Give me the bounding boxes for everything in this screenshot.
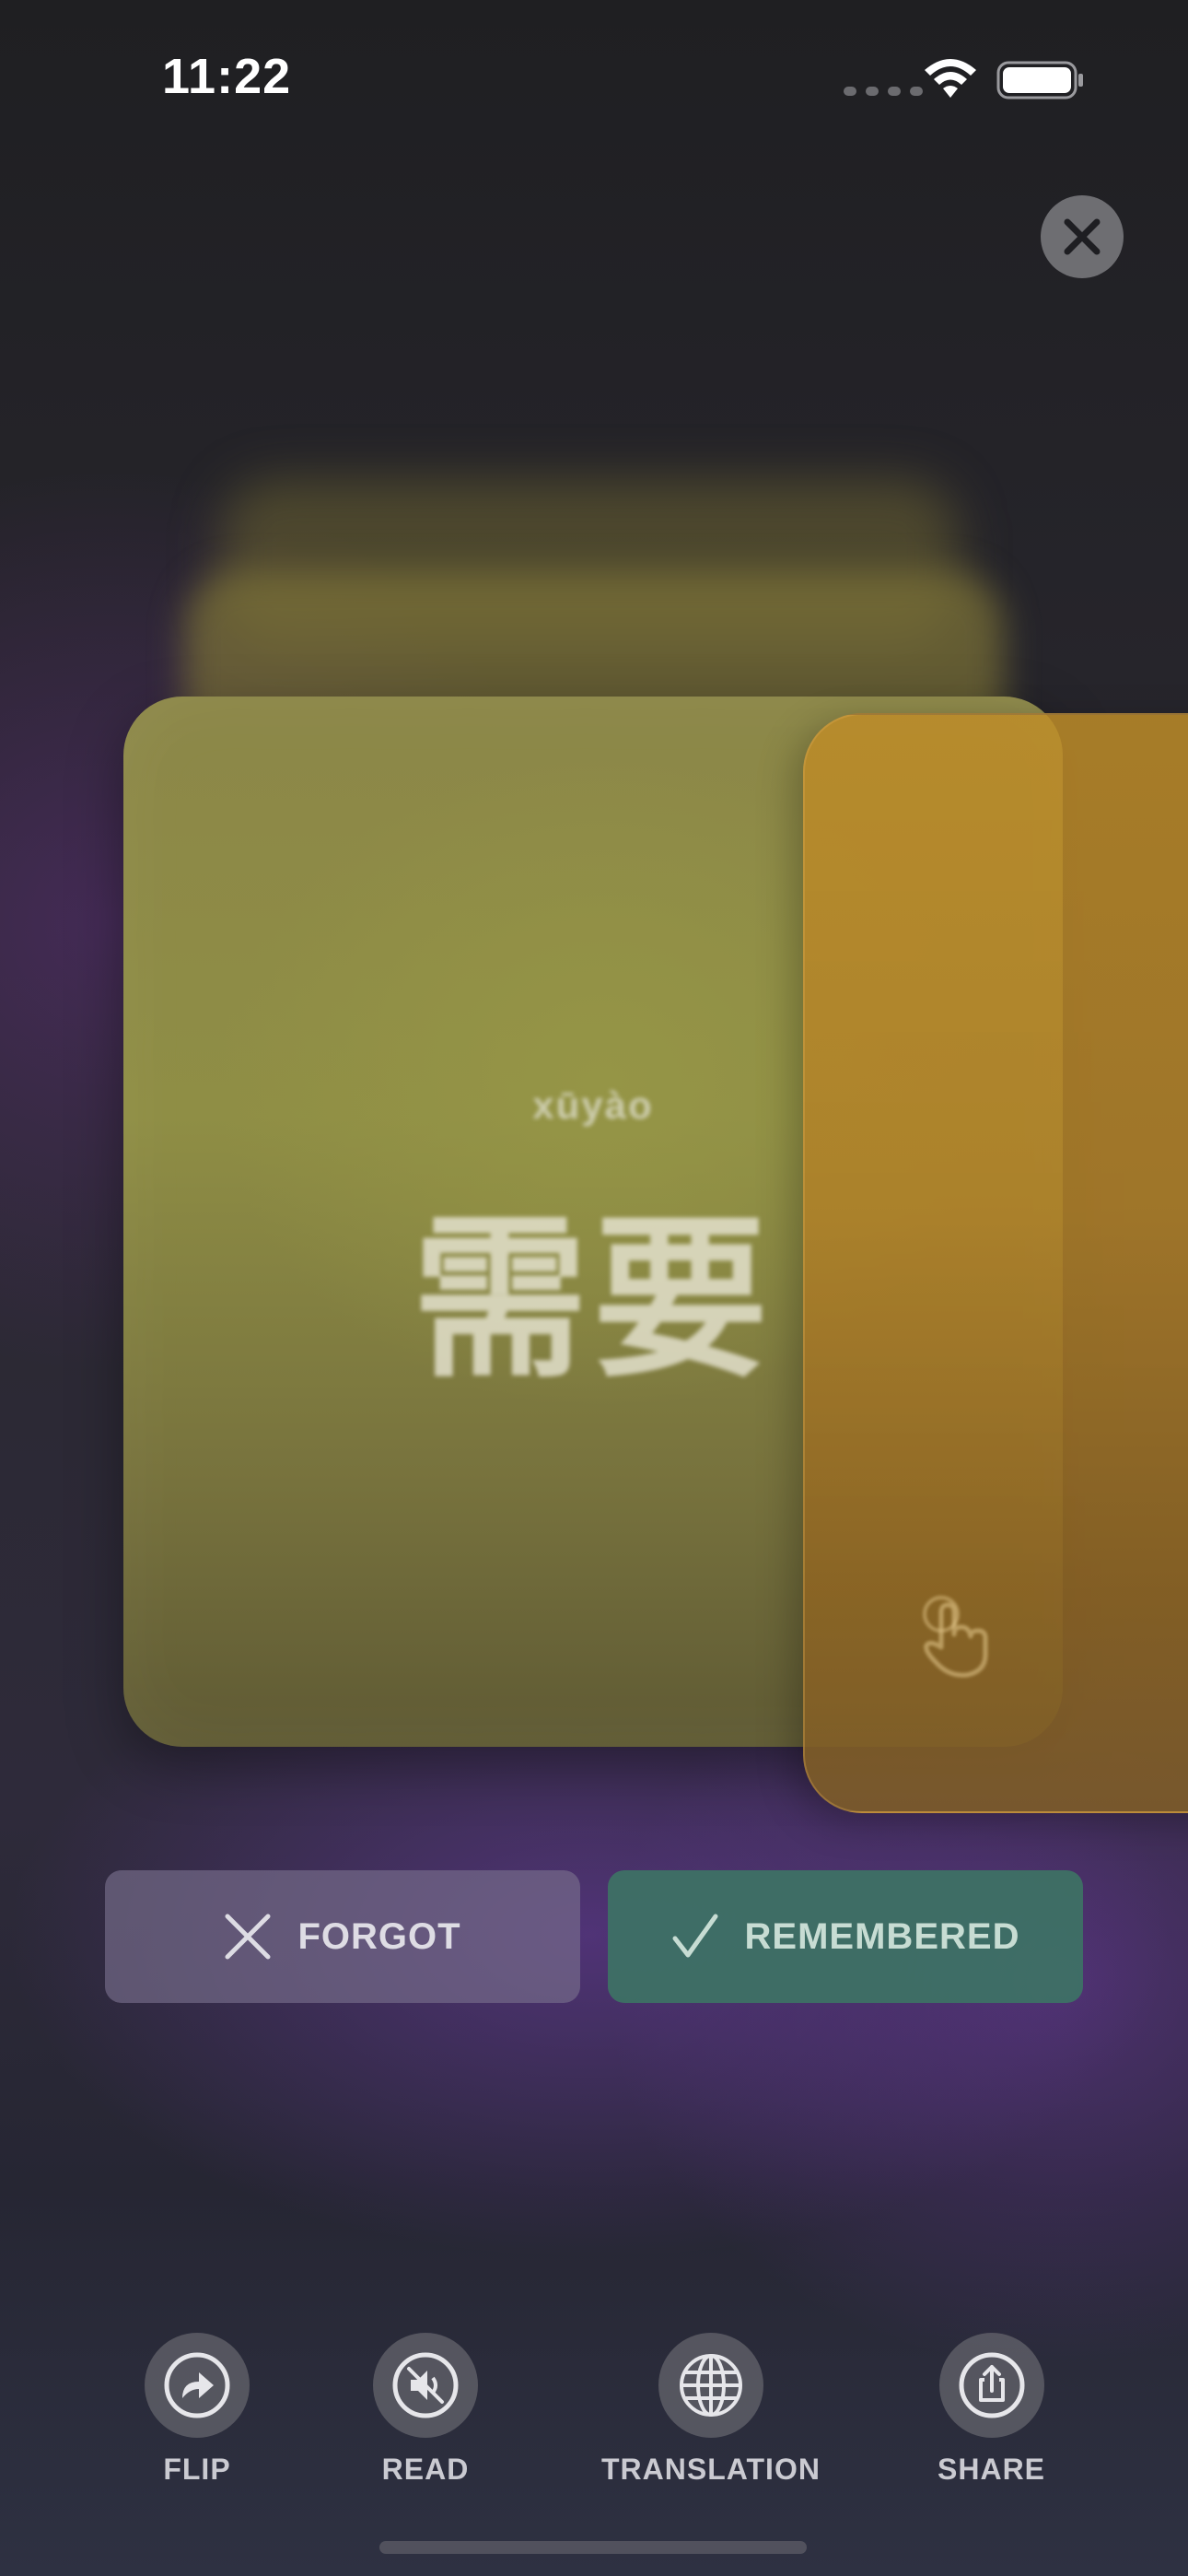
remembered-button[interactable]: REMEMBERED bbox=[608, 1870, 1083, 2003]
flip-icon bbox=[164, 2352, 230, 2418]
translation-button-circle bbox=[658, 2333, 763, 2438]
remembered-label: REMEMBERED bbox=[744, 1915, 1020, 1957]
share-button-circle bbox=[938, 2333, 1044, 2438]
status-time: 11:22 bbox=[162, 49, 292, 104]
home-indicator[interactable] bbox=[379, 2541, 807, 2554]
read-button[interactable]: READ bbox=[373, 2333, 478, 2487]
tap-hand-icon bbox=[923, 1596, 988, 1678]
flip-button[interactable]: FLIP bbox=[145, 2333, 250, 2487]
flip-button-circle bbox=[145, 2333, 250, 2438]
share-button[interactable]: SHARE bbox=[938, 2333, 1045, 2487]
flip-label: FLIP bbox=[163, 2453, 231, 2486]
read-button-circle bbox=[373, 2333, 478, 2438]
forgot-label: FORGOT bbox=[297, 1915, 461, 1957]
translation-label: TRANSLATION bbox=[601, 2453, 821, 2486]
next-flashcard[interactable] bbox=[803, 713, 1188, 1813]
battery-icon bbox=[996, 61, 1083, 100]
checkmark-icon bbox=[672, 1914, 718, 1958]
speaker-muted-icon bbox=[392, 2352, 459, 2418]
flashcard-review-screen: 11:22 xūyào 需要 FORGOT REMEMBERED FLIP RE… bbox=[0, 0, 1188, 2576]
x-icon bbox=[225, 1914, 271, 1960]
share-label: SHARE bbox=[938, 2453, 1046, 2486]
close-icon bbox=[1064, 218, 1101, 255]
signal-dots-icon bbox=[844, 87, 923, 96]
wifi-icon bbox=[925, 59, 976, 98]
globe-icon bbox=[679, 2354, 742, 2417]
forgot-button[interactable]: FORGOT bbox=[105, 1870, 580, 2003]
read-label: READ bbox=[381, 2453, 470, 2486]
share-icon bbox=[959, 2352, 1024, 2418]
close-button[interactable] bbox=[1041, 195, 1124, 278]
translation-button[interactable]: TRANSLATION bbox=[601, 2333, 821, 2487]
